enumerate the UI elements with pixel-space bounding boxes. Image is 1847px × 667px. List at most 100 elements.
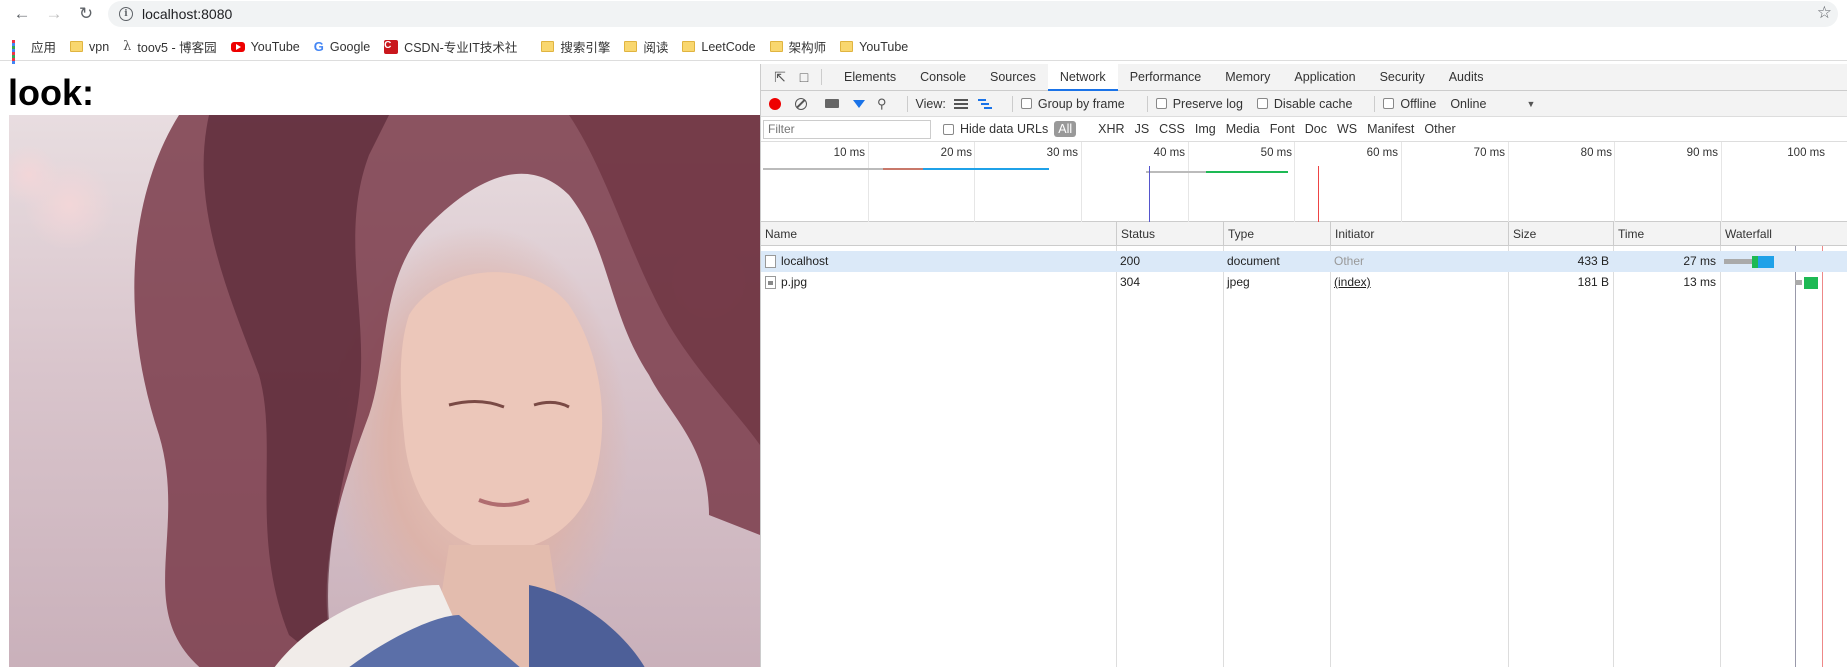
- search-icon[interactable]: ⚲: [877, 96, 887, 112]
- apps-icon: [12, 40, 25, 67]
- forward-button[interactable]: →: [40, 0, 68, 28]
- tab-sources[interactable]: Sources: [978, 64, 1048, 91]
- reload-button[interactable]: ↻: [72, 0, 100, 28]
- cell-time: 27 ms: [1683, 254, 1716, 268]
- column-type[interactable]: Type: [1223, 222, 1330, 246]
- bookmark-folder-leetcode[interactable]: LeetCode: [682, 40, 756, 54]
- column-initiator[interactable]: Initiator: [1330, 222, 1508, 246]
- waterfall-download-bar: [1758, 256, 1774, 268]
- overview-icon[interactable]: [977, 98, 992, 109]
- column-divider: [1223, 246, 1224, 667]
- large-rows-icon[interactable]: [953, 98, 968, 109]
- tab-elements[interactable]: Elements: [832, 64, 908, 91]
- cell-initiator-link[interactable]: (index): [1330, 272, 1508, 293]
- filter-icon[interactable]: [853, 99, 865, 108]
- tab-security[interactable]: Security: [1368, 64, 1437, 91]
- toov-icon: λ: [123, 39, 132, 54]
- filter-type-manifest[interactable]: Manifest: [1367, 122, 1414, 136]
- folder-icon: [682, 41, 696, 52]
- chevron-down-icon[interactable]: ▼: [1526, 99, 1535, 109]
- folder-icon: [769, 41, 783, 52]
- checkbox[interactable]: [1020, 98, 1032, 109]
- overview-bar: [883, 168, 923, 170]
- network-overview-timeline[interactable]: 10 ms 20 ms 30 ms 40 ms 50 ms 60 ms 70 m…: [761, 142, 1847, 222]
- timeline-tick-label: 30 ms: [1046, 147, 1078, 159]
- back-button[interactable]: ←: [8, 0, 36, 28]
- url-text[interactable]: localhost:8080: [142, 6, 232, 22]
- filter-type-css[interactable]: CSS: [1159, 122, 1185, 136]
- bookmark-folder-youtube[interactable]: YouTube: [840, 40, 908, 54]
- divider: [1011, 95, 1013, 112]
- tab-application[interactable]: Application: [1282, 64, 1367, 91]
- address-bar[interactable]: i localhost:8080 ☆: [108, 1, 1838, 27]
- tab-console[interactable]: Console: [908, 64, 978, 91]
- group-by-frame-checkbox[interactable]: Group by frame: [1020, 97, 1125, 111]
- bookmarks-bar: 应用 vpn λ toov5 - 博客园 YouTube G Google C …: [0, 33, 1847, 67]
- bookmark-youtube[interactable]: YouTube: [230, 39, 300, 54]
- filter-type-all[interactable]: All: [1054, 121, 1077, 137]
- csdn-icon: C: [384, 39, 399, 54]
- bookmark-csdn[interactable]: C CSDN-专业IT技术社: [384, 37, 517, 56]
- bookmark-star-icon[interactable]: ☆: [1817, 3, 1832, 23]
- checkbox[interactable]: [1155, 98, 1167, 109]
- cell-waterfall: [1720, 272, 1847, 293]
- bookmark-apps[interactable]: 应用: [12, 37, 56, 67]
- table-row[interactable]: p.jpg 304 jpeg (index) 181 B 13 ms: [761, 272, 1847, 293]
- bookmark-toov5[interactable]: λ toov5 - 博客园: [123, 37, 216, 56]
- bookmark-google[interactable]: G Google: [314, 39, 370, 54]
- inspect-element-icon[interactable]: ⇱: [769, 66, 791, 88]
- filter-type-doc[interactable]: Doc: [1305, 122, 1327, 136]
- hide-data-urls-checkbox[interactable]: Hide data URLs: [943, 122, 1048, 136]
- column-waterfall[interactable]: Waterfall: [1720, 222, 1847, 246]
- filter-type-ws[interactable]: WS: [1337, 122, 1357, 136]
- checkbox[interactable]: [1256, 98, 1268, 109]
- image-file-icon: [765, 276, 776, 290]
- tab-memory[interactable]: Memory: [1213, 64, 1282, 91]
- overview-bar: [1206, 171, 1288, 173]
- bookmark-vpn[interactable]: vpn: [70, 40, 109, 54]
- column-name[interactable]: Name: [761, 222, 1116, 246]
- filter-type-js[interactable]: JS: [1135, 122, 1150, 136]
- tab-audits[interactable]: Audits: [1437, 64, 1496, 91]
- offline-checkbox[interactable]: Offline: [1383, 97, 1436, 111]
- disable-cache-checkbox[interactable]: Disable cache: [1256, 97, 1352, 111]
- bookmark-folder-search[interactable]: 搜索引擎: [541, 37, 610, 56]
- folder-icon: [624, 41, 638, 52]
- column-divider: [1720, 246, 1721, 667]
- column-time[interactable]: Time: [1613, 222, 1720, 246]
- throttling-select[interactable]: Online: [1450, 97, 1486, 111]
- filter-type-font[interactable]: Font: [1270, 122, 1295, 136]
- bookmark-label: YouTube: [250, 39, 300, 54]
- overview-bar: [923, 168, 1049, 170]
- filter-type-other[interactable]: Other: [1424, 122, 1455, 136]
- filter-type-img[interactable]: Img: [1195, 122, 1216, 136]
- site-info-icon[interactable]: i: [119, 7, 133, 21]
- tab-network[interactable]: Network: [1047, 63, 1118, 91]
- filter-type-xhr[interactable]: XHR: [1098, 122, 1124, 136]
- portrait-illustration: [9, 115, 760, 667]
- youtube-icon: [230, 41, 245, 52]
- timeline-tick-label: 60 ms: [1366, 147, 1398, 159]
- capture-screenshots-icon[interactable]: [825, 99, 839, 108]
- filter-input[interactable]: [763, 119, 931, 139]
- table-row[interactable]: localhost 200 document Other 433 B 27 ms: [761, 251, 1847, 272]
- column-status[interactable]: Status: [1116, 222, 1223, 246]
- bookmark-label: vpn: [89, 39, 110, 54]
- divider: [1374, 95, 1376, 112]
- clear-button[interactable]: [795, 97, 807, 110]
- timeline-gridline: [1294, 142, 1295, 222]
- bookmark-label: 搜索引擎: [560, 41, 611, 55]
- google-icon: G: [313, 39, 324, 54]
- timeline-tick-label: 20 ms: [940, 147, 972, 159]
- preserve-log-checkbox[interactable]: Preserve log: [1155, 97, 1243, 111]
- bookmark-folder-architect[interactable]: 架构师: [769, 37, 826, 56]
- portrait-image: [9, 115, 760, 667]
- record-button[interactable]: [769, 97, 781, 110]
- filter-type-media[interactable]: Media: [1226, 122, 1260, 136]
- checkbox[interactable]: [1383, 98, 1395, 109]
- bookmark-folder-read[interactable]: 阅读: [624, 37, 668, 56]
- column-size[interactable]: Size: [1508, 222, 1613, 246]
- device-toolbar-icon[interactable]: □: [793, 66, 815, 88]
- checkbox[interactable]: [943, 123, 954, 135]
- tab-performance[interactable]: Performance: [1118, 64, 1214, 91]
